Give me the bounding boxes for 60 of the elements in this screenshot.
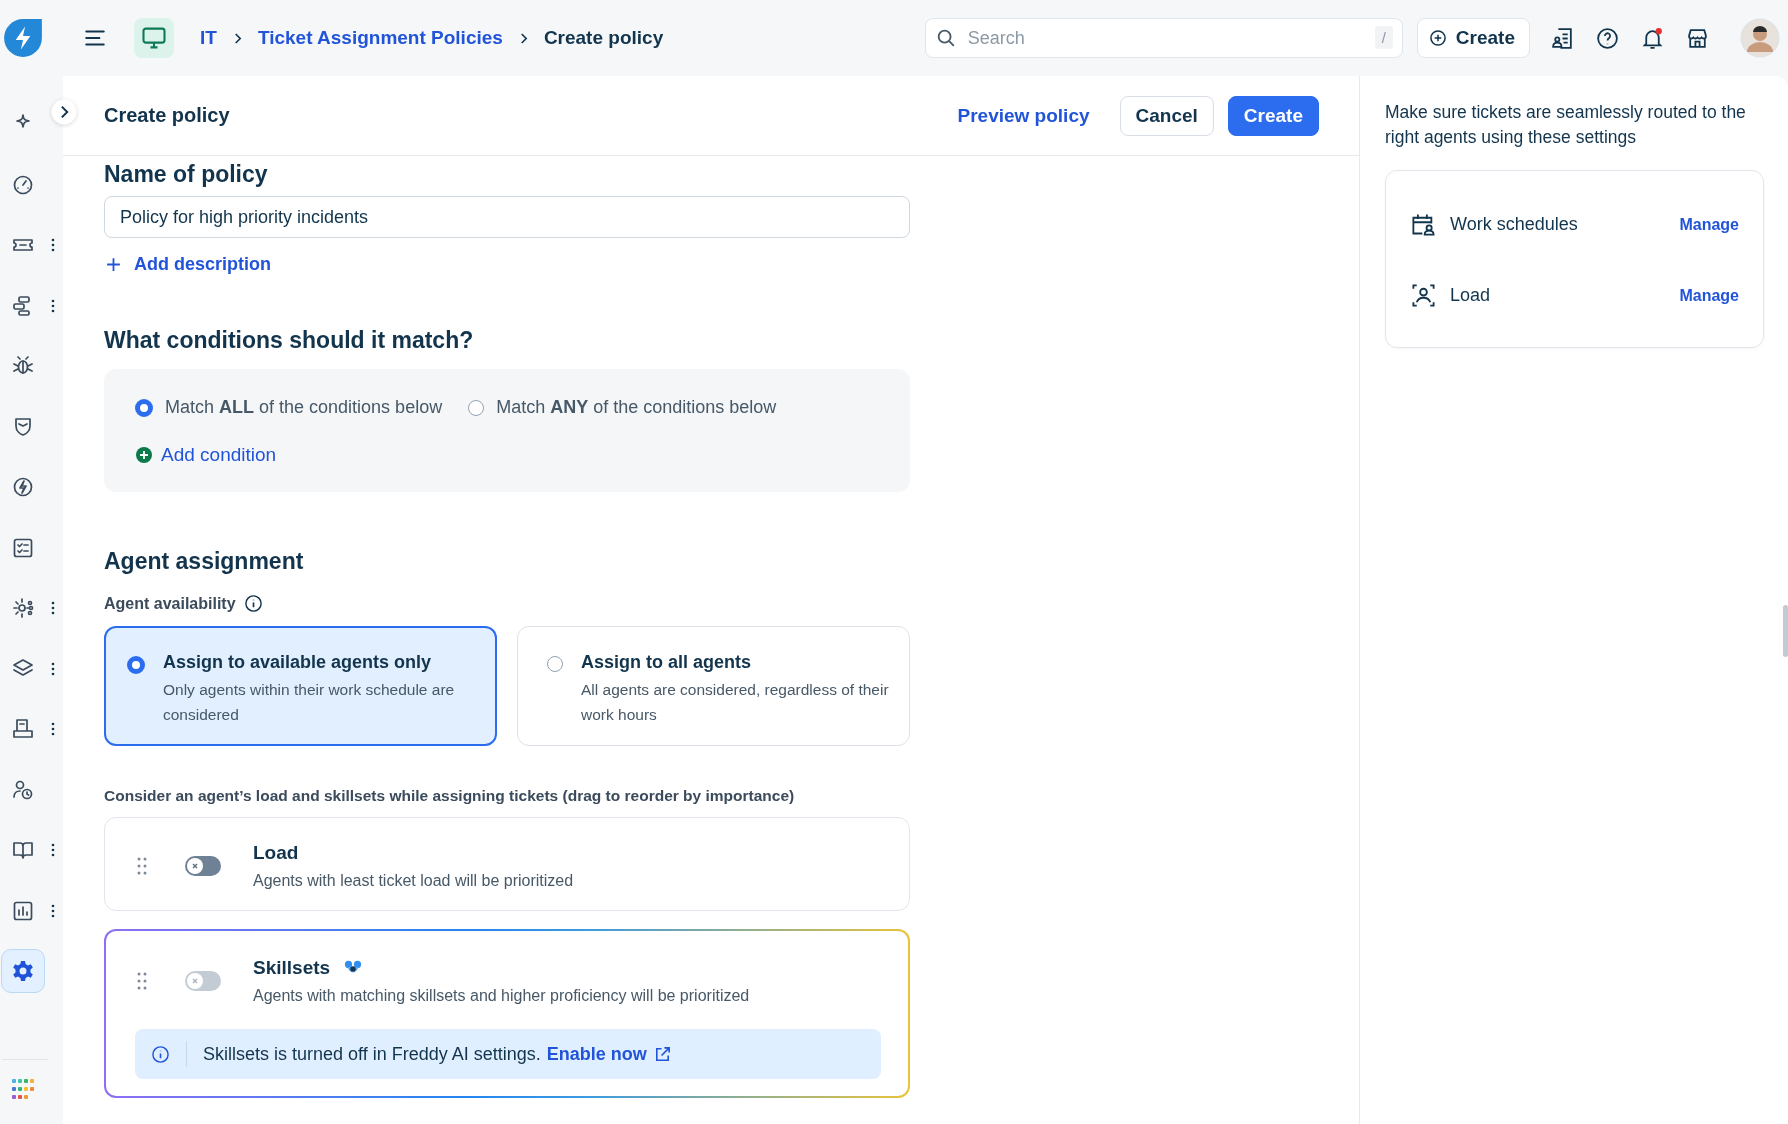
setting-label: Work schedules — [1450, 214, 1579, 235]
chevron-icon — [232, 31, 242, 45]
bell-icon[interactable] — [1640, 25, 1665, 51]
add-condition-link[interactable]: Add condition — [135, 444, 277, 466]
person-focus-icon — [1410, 282, 1437, 309]
avatar[interactable] — [1740, 18, 1780, 58]
plus-icon — [105, 256, 122, 273]
factor-description: Agents with matching skillsets and higher proficiency will be prioritized — [253, 987, 750, 1005]
more-icon[interactable] — [51, 238, 55, 253]
logo-icon[interactable] — [2, 17, 44, 59]
x-icon — [190, 861, 200, 871]
toggle-switch[interactable] — [185, 856, 221, 876]
scrollbar-thumb[interactable] — [1783, 605, 1788, 657]
setting-label: Load — [1450, 285, 1492, 306]
gear-network-icon[interactable] — [11, 596, 35, 621]
workspace-button[interactable] — [134, 18, 174, 58]
factor-title: Load — [253, 842, 299, 864]
apps-icon[interactable] — [11, 1078, 35, 1102]
preview-link[interactable]: Preview policy — [957, 104, 1090, 127]
more-icon[interactable] — [51, 298, 55, 313]
more-icon[interactable] — [51, 601, 55, 616]
banner-text: Skillsets is turned off in Freddy AI settings. — [203, 1043, 541, 1065]
breadcrumb-link[interactable]: Ticket Assignment Policies — [257, 27, 503, 49]
radio-option[interactable]: Match ANY of the conditions below — [468, 397, 777, 418]
chevron-icon — [518, 31, 528, 45]
help-icon[interactable] — [1595, 25, 1620, 51]
policy-name-field[interactable]: Policy for high priority incidents — [104, 196, 910, 238]
more-icon[interactable] — [51, 843, 55, 858]
info-icon[interactable] — [243, 594, 263, 613]
section-heading: Agent assignment — [104, 548, 305, 575]
cancel-button[interactable]: Cancel — [1119, 95, 1214, 136]
contact-list-icon[interactable] — [1550, 25, 1575, 51]
field-label: Agent availability — [104, 594, 236, 613]
manage-link[interactable]: Manage — [1679, 215, 1739, 234]
section-heading: What conditions should it match? — [104, 327, 475, 354]
create-policy-button[interactable]: Create — [1227, 95, 1319, 136]
factor-title: Skillsets — [253, 957, 331, 979]
field-label: Name of policy — [104, 160, 269, 188]
x-icon — [190, 976, 200, 986]
plus-circle-icon — [1427, 28, 1448, 48]
settings-icon[interactable] — [11, 959, 35, 984]
more-icon[interactable] — [51, 661, 55, 676]
section-label: Consider an agent’s load and skillsets while assigning tickets (drag to reorder by importance) — [104, 787, 796, 805]
calendar-person-icon — [1410, 211, 1437, 238]
radio-option[interactable]: Match ALL of the conditions below — [135, 397, 443, 418]
plus-circle-icon — [135, 446, 153, 464]
option-card[interactable]: Assign to available agents only Only agents within their work schedule are considered — [104, 626, 497, 746]
more-icon[interactable] — [51, 903, 55, 918]
option-card[interactable]: Assign to all agents All agents are considered, regardless of their work hours — [517, 626, 910, 746]
more-icon[interactable] — [51, 722, 55, 737]
manage-link[interactable]: Manage — [1679, 286, 1739, 305]
add-description-link[interactable]: Add description — [105, 254, 271, 275]
page-title: Create policy — [104, 104, 230, 127]
factor-description: Agents with least ticket load will be prioritized — [253, 872, 574, 890]
breadcrumb-link[interactable]: IT — [200, 27, 217, 49]
drag-handle-icon[interactable] — [137, 857, 147, 875]
panel-description: Make sure tickets are seamlessly routed to the right agents using these settings — [1385, 101, 1747, 149]
create-button[interactable]: Create — [1416, 18, 1530, 58]
breadcrumb-current: Create policy — [543, 27, 664, 49]
info-icon — [151, 1044, 170, 1064]
